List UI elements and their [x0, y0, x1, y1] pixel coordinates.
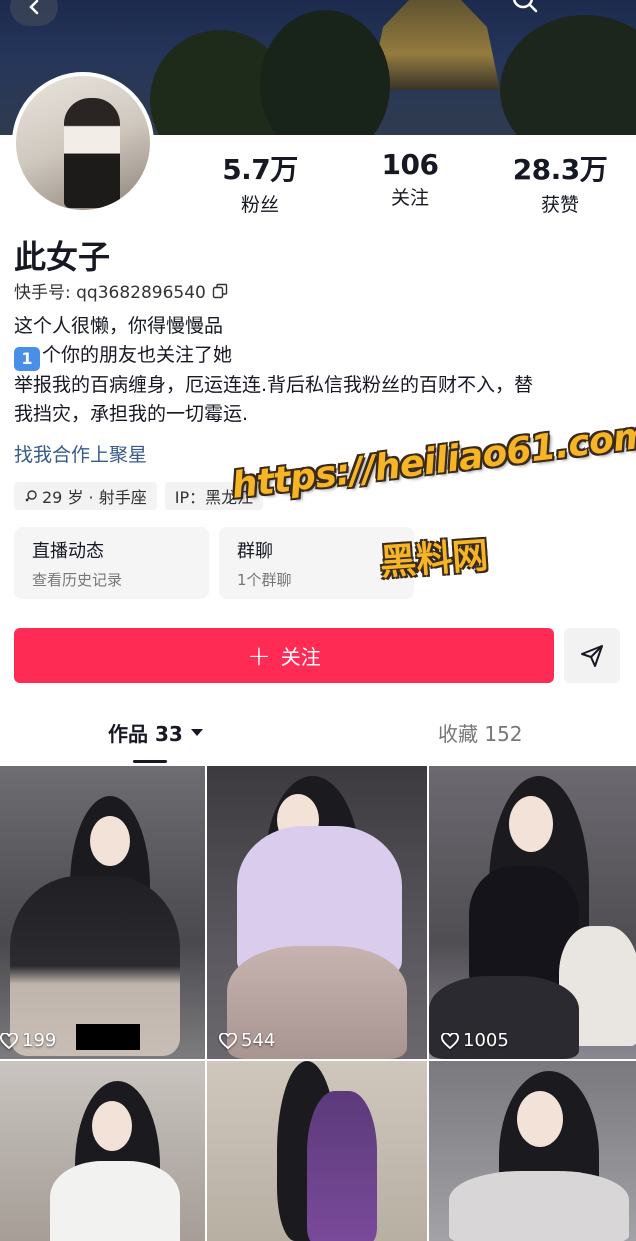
heart-icon — [441, 1032, 459, 1049]
card-subtitle: 1个群聊 — [237, 571, 292, 589]
content-tabs: 作品 33 收藏 152 — [0, 718, 636, 766]
cover-tree — [260, 10, 390, 135]
tab-indicator — [133, 760, 167, 763]
profile-cards: 直播动态 查看历史记录 群聊 1个群聊 — [14, 527, 414, 599]
heart-icon — [219, 1032, 237, 1049]
video-thumbnail[interactable]: 544 — [207, 766, 427, 1059]
bio-line: 个你的朋友也关注了她 — [42, 344, 233, 366]
stat-label: 粉丝 — [240, 194, 279, 216]
like-count: 1005 — [441, 1030, 509, 1051]
tag-age: 29 岁 · 射手座 — [14, 482, 157, 510]
search-button[interactable] — [510, 0, 540, 18]
video-grid: 199 544 1005 — [0, 766, 636, 1241]
card-subtitle: 查看历史记录 — [32, 571, 123, 589]
video-thumbnail[interactable] — [429, 1061, 636, 1241]
tab-favorites[interactable]: 收藏 152 — [438, 718, 523, 747]
tab-label: 作品 33 — [108, 722, 183, 746]
cover-tree — [500, 15, 636, 135]
follow-button[interactable]: + 关注 — [14, 628, 554, 683]
stat-following[interactable]: 106 关注 — [335, 148, 485, 217]
bio-line-friends: 1 个你的朋友也关注了她 — [14, 341, 624, 371]
stat-value: 5.7万 — [222, 153, 298, 186]
like-count-text: 544 — [241, 1030, 276, 1051]
thumbnail-figure — [509, 796, 553, 852]
profile-stats: 5.7万 粉丝 106 关注 28.3万 获赞 — [185, 148, 636, 217]
search-icon — [512, 0, 538, 13]
avatar-figure — [64, 98, 120, 208]
more-button[interactable] — [580, 0, 610, 18]
stat-likes[interactable]: 28.3万 获赞 — [485, 148, 635, 217]
video-thumbnail[interactable]: 1005 — [429, 766, 636, 1059]
like-count: 199 — [0, 1030, 56, 1051]
tab-works[interactable]: 作品 33 — [108, 718, 203, 747]
thumbnail-figure — [517, 1091, 563, 1147]
cooperate-link[interactable]: 找我合作上聚星 — [14, 440, 147, 467]
like-count-text: 199 — [22, 1030, 57, 1051]
bio-line: 我挡灾，承担我的一切霉运. — [14, 403, 249, 425]
plus-icon: + — [247, 638, 271, 672]
stat-value: 106 — [381, 148, 439, 181]
female-icon — [25, 490, 37, 502]
profile-bio: 这个人很懒，你得慢慢品 1 个你的朋友也关注了她 举报我的百病缠身，厄运连连.背后… — [14, 312, 624, 429]
thumbnail-figure — [50, 1161, 180, 1241]
bio-line: 这个人很懒，你得慢慢品 — [14, 315, 224, 337]
profile-id: 快手号: qq3682896540 — [14, 278, 228, 303]
like-count: 544 — [219, 1030, 275, 1051]
chevron-left-icon — [29, 0, 39, 15]
caret-down-icon — [190, 729, 203, 736]
copy-icon[interactable] — [212, 283, 228, 299]
stat-label: 获赞 — [540, 194, 579, 216]
watermark-text: 黑料网 — [378, 535, 490, 584]
more-icon — [580, 0, 610, 18]
video-thumbnail[interactable] — [207, 1061, 427, 1241]
censor-bar — [76, 1024, 140, 1050]
video-thumbnail[interactable] — [0, 1061, 205, 1241]
stat-followers[interactable]: 5.7万 粉丝 — [185, 148, 335, 217]
profile-id-text: 快手号: qq3682896540 — [14, 283, 206, 303]
thumbnail-figure — [90, 816, 130, 866]
profile-tags: 29 岁 · 射手座 IP：黑龙江 — [14, 482, 264, 510]
video-thumbnail[interactable]: 199 — [0, 766, 205, 1059]
follow-label: 关注 — [280, 645, 321, 669]
keycap-one-icon: 1 — [14, 347, 40, 371]
heart-icon — [0, 1032, 18, 1049]
stat-value: 28.3万 — [512, 153, 608, 186]
tab-label: 收藏 152 — [438, 722, 523, 746]
thumbnail-figure — [307, 1091, 377, 1241]
like-count-text: 1005 — [463, 1030, 509, 1051]
avatar[interactable] — [12, 72, 154, 214]
thumbnail-figure — [449, 1171, 629, 1241]
share-button[interactable] — [564, 628, 620, 683]
stat-label: 关注 — [390, 187, 429, 209]
profile-name: 此女子 — [14, 238, 111, 276]
thumbnail-figure — [92, 1101, 132, 1151]
send-icon — [581, 644, 603, 667]
tag-label: 29 岁 · 射手座 — [42, 488, 147, 507]
live-history-card[interactable]: 直播动态 查看历史记录 — [14, 527, 209, 599]
bio-line: 举报我的百病缠身，厄运连连.背后私信我粉丝的百财不入，替 — [14, 374, 534, 396]
card-title: 直播动态 — [32, 541, 104, 562]
card-title: 群聊 — [237, 541, 273, 562]
